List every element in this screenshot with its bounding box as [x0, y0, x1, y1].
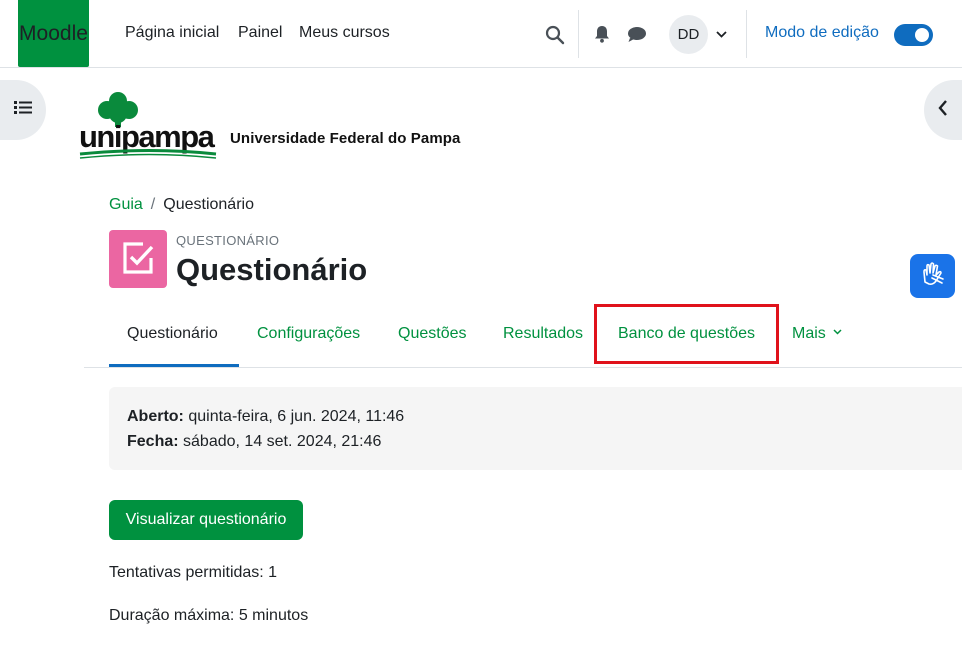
course-index-toggle[interactable]: [0, 80, 46, 140]
attempts-allowed: Tentativas permitidas: 1: [109, 564, 278, 581]
nav-link-home[interactable]: Página inicial: [125, 24, 219, 42]
site-brand[interactable]: Moodle: [18, 0, 89, 67]
sign-language-hands-icon: [919, 260, 947, 293]
user-avatar[interactable]: DD: [669, 15, 708, 54]
chevron-left-icon: [938, 99, 948, 121]
tab-more-label: Mais: [792, 325, 826, 342]
chat-icon[interactable]: [625, 22, 649, 46]
nav-link-dashboard[interactable]: Painel: [238, 24, 282, 42]
breadcrumb-separator: /: [150, 196, 156, 213]
edit-mode-toggle[interactable]: [894, 24, 933, 46]
logo-wordmark: unipampa: [79, 119, 216, 154]
page-title: Questionário: [176, 252, 368, 287]
close-date-value: sábado, 14 set. 2024, 21:46: [183, 433, 382, 450]
institution-name: Universidade Federal do Pampa: [230, 130, 461, 147]
top-navbar: Moodle Página inicial Painel Meus cursos…: [0, 0, 962, 68]
search-icon[interactable]: [542, 22, 568, 48]
module-type-label: QUESTIONÁRIO: [176, 233, 280, 248]
navbar-divider: [578, 10, 579, 58]
tab-more[interactable]: Mais: [792, 325, 842, 343]
close-date-label: Fecha:: [127, 433, 179, 450]
nav-link-my-courses[interactable]: Meus cursos: [299, 24, 390, 42]
tab-settings[interactable]: Configurações: [257, 325, 360, 343]
time-limit: Duração máxima: 5 minutos: [109, 607, 309, 624]
close-date: Fecha: sábado, 14 set. 2024, 21:46: [127, 433, 381, 451]
open-date-value: quinta-feira, 6 jun. 2024, 11:46: [188, 408, 405, 425]
tab-results[interactable]: Resultados: [503, 325, 583, 343]
breadcrumb: Guia / Questionário: [109, 196, 254, 214]
tabs-divider: [84, 367, 962, 368]
navbar-divider: [746, 10, 747, 58]
view-quiz-button[interactable]: Visualizar questionário: [109, 500, 303, 540]
tab-quiz[interactable]: Questionário: [127, 325, 218, 343]
chevron-down-icon[interactable]: [714, 27, 728, 41]
institution-logo: unipampa: [50, 83, 495, 171]
question-bank-highlight-box: [594, 304, 779, 364]
accessibility-sign-language-button[interactable]: [910, 254, 955, 298]
block-drawer-toggle[interactable]: [924, 80, 962, 140]
tab-questions[interactable]: Questões: [398, 325, 466, 343]
quiz-icon: [109, 230, 167, 288]
chevron-down-icon: [830, 325, 842, 342]
breadcrumb-link-course[interactable]: Guia: [109, 196, 143, 213]
breadcrumb-current: Questionário: [163, 196, 254, 213]
open-date-label: Aberto:: [127, 408, 184, 425]
bell-icon[interactable]: [591, 22, 613, 46]
edit-mode-label: Modo de edição: [765, 24, 879, 41]
list-icon: [14, 100, 32, 120]
activity-dates-box: [109, 387, 962, 470]
open-date: Aberto: quinta-feira, 6 jun. 2024, 11:46: [127, 408, 404, 426]
